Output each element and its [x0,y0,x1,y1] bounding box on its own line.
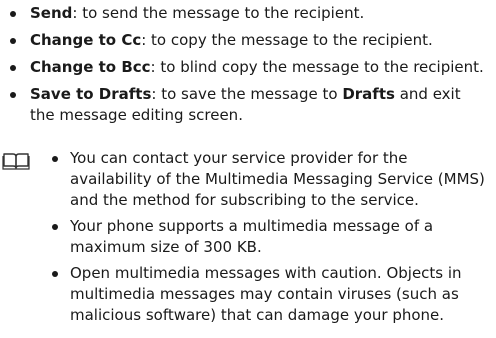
option-description: : to copy the message to the recipient. [141,31,433,49]
manual-page: Send: to send the message to the recipie… [0,0,496,338]
list-item: Save to Drafts: to save the message to D… [8,84,488,126]
option-term: Send [30,4,73,22]
note-item: Open multimedia messages with caution. O… [48,263,488,326]
note-text: Your phone supports a multimedia message… [70,217,434,256]
option-term: Save to Drafts [30,85,152,103]
list-item: Change to Bcc: to blind copy the message… [8,57,488,78]
option-term: Change to Bcc [30,58,151,76]
option-term: Change to Cc [30,31,142,49]
option-description: : to blind copy the message to the recip… [150,58,484,76]
list-item: Send: to send the message to the recipie… [8,3,488,24]
list-item: Change to Cc: to copy the message to the… [8,30,488,51]
option-description: : to save the message to [151,85,343,103]
note-item: Your phone supports a multimedia message… [48,216,488,258]
bullet-icon [10,92,16,98]
bullet-icon [10,65,16,71]
note-text: You can contact your service provider fo… [70,149,485,209]
drafts-term: Drafts [342,85,395,103]
note-list: You can contact your service provider fo… [48,148,488,331]
bullet-icon [52,156,58,162]
bullet-icon [52,271,58,277]
option-description: : to send the message to the recipient. [72,4,365,22]
bullet-icon [52,224,58,230]
book-icon [2,152,30,170]
bullet-icon [10,11,16,17]
bullet-icon [10,38,16,44]
option-list: Send: to send the message to the recipie… [8,3,488,132]
note-text: Open multimedia messages with caution. O… [70,264,462,324]
note-item: You can contact your service provider fo… [48,148,488,211]
